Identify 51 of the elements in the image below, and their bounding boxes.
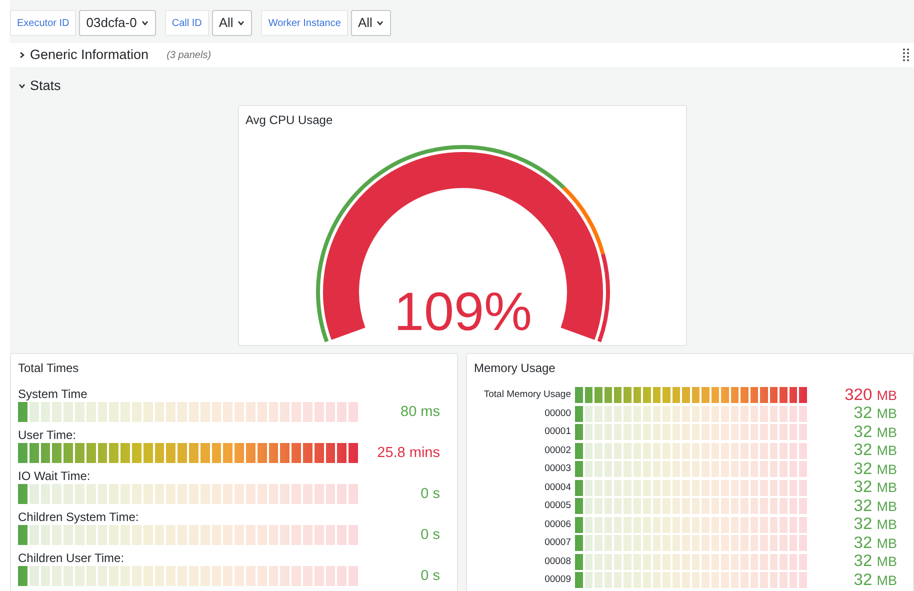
metric-label: 00005 (544, 499, 572, 514)
chevron-icon (18, 82, 26, 90)
metric-value: 32 MB (852, 552, 898, 572)
variable-label: Call ID (164, 10, 209, 36)
caret-icon (140, 19, 149, 27)
metric-value: 32 MB (852, 441, 898, 460)
chevron-icon (18, 51, 26, 59)
drag-handle-icon[interactable] (903, 48, 909, 62)
panel-title: Avg CPU Usage (244, 112, 334, 129)
metric-label: User Time: (18, 428, 78, 443)
metric-value: 0 s (420, 526, 441, 545)
variable-dropdown[interactable]: All (212, 10, 252, 36)
metric-value: 32 MB (852, 460, 898, 479)
metric-label: System Time (18, 387, 88, 402)
metric-label: Children System Time: (18, 510, 140, 525)
row-toggle[interactable]: Generic Information (18, 44, 149, 66)
panel-count: (3 panels) (166, 48, 212, 62)
metric-label: 00003 (544, 462, 572, 476)
metric-label: 00000 (544, 406, 572, 421)
metric-value: 32 MB (852, 570, 898, 590)
metric-value: 32 MB (852, 422, 898, 442)
variable-dropdown[interactable]: 03dcfa-0 (79, 10, 156, 36)
gauge-value: 109% (393, 282, 532, 342)
metric-value: 32 MB (852, 404, 898, 424)
metric-value: 25.8 mins (376, 444, 441, 463)
variable-dropdown[interactable]: All (350, 10, 392, 36)
panel-title: Memory Usage (473, 360, 556, 377)
metric-value: 32 MB (852, 534, 898, 553)
metric-value: 32 MB (852, 496, 898, 516)
metric-label: 00006 (544, 518, 572, 532)
row-toggle[interactable]: Stats (18, 76, 61, 96)
metric-value: 80 ms (400, 403, 441, 422)
metric-label: 00007 (544, 536, 572, 550)
metric-label: 00009 (544, 573, 572, 588)
variable-label: Executor ID (10, 10, 76, 36)
metric-label: 00008 (544, 554, 572, 569)
metric-value: 32 MB (852, 478, 898, 498)
metric-value: 32 MB (852, 515, 898, 534)
panel-title: Total Times (17, 360, 80, 377)
caret-icon (376, 19, 384, 27)
metric-label: 00002 (544, 444, 572, 458)
metric-label: IO Wait Time: (18, 469, 92, 484)
caret-icon (237, 19, 246, 27)
metric-label: Children User Time: (18, 551, 126, 566)
metric-value: 0 s (420, 567, 441, 586)
metric-value: 0 s (420, 485, 441, 504)
variable-label: Worker Instance (261, 10, 348, 36)
metric-value: 320 MB (844, 386, 898, 405)
metric-label: Total Memory Usage (482, 388, 572, 402)
metric-label: 00004 (544, 480, 572, 495)
metric-label: 00001 (544, 425, 572, 440)
